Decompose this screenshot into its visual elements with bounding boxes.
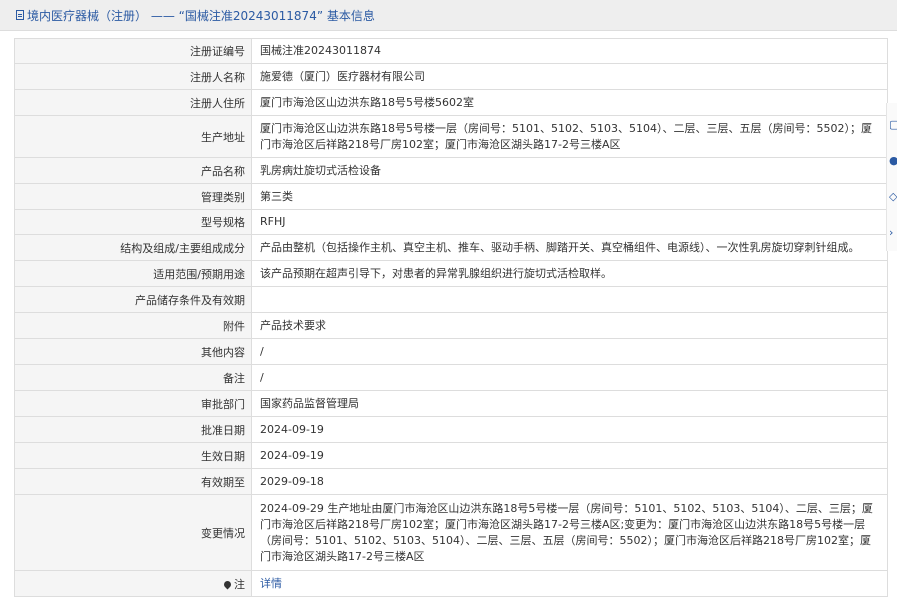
table-row: 审批部门 国家药品监督管理局 <box>14 390 888 417</box>
note-label: 注 <box>14 570 252 597</box>
table-row: 注册人名称 施爱德（厦门）医疗器材有限公司 <box>14 63 888 90</box>
note-label-text: 注 <box>234 577 245 591</box>
row-value: 国械注准20243011874 <box>251 38 888 64</box>
row-value <box>251 286 888 313</box>
row-label: 生效日期 <box>14 442 252 469</box>
row-value: 2024-09-19 <box>251 416 888 443</box>
page-title-bar: 境内医疗器械（注册） —— “国械注准20243011874” 基本信息 <box>0 0 897 31</box>
side-toolbar: ▢ ● ◇ › <box>886 103 897 251</box>
share-icon[interactable]: ◇ <box>889 190 897 204</box>
row-label: 批准日期 <box>14 416 252 443</box>
table-row: 生效日期 2024-09-19 <box>14 442 888 469</box>
table-row: 适用范围/预期用途 该产品预期在超声引导下，对患者的异常乳腺组织进行旋切式活检取样… <box>14 260 888 287</box>
row-value: 产品由整机（包括操作主机、真空主机、推车、驱动手柄、脚踏开关、真空桶组件、电源线… <box>251 234 888 261</box>
table-row: 型号规格 RFHJ <box>14 209 888 235</box>
table-row: 生产地址 厦门市海沧区山边洪东路18号5号楼一层（房间号：5101、5102、51… <box>14 115 888 158</box>
pin-icon <box>222 579 233 590</box>
table-row: 注册证编号 国械注准20243011874 <box>14 38 888 64</box>
row-label: 适用范围/预期用途 <box>14 260 252 287</box>
table-row: 产品储存条件及有效期 <box>14 286 888 313</box>
row-value: 产品技术要求 <box>251 312 888 339</box>
row-value: 施爱德（厦门）医疗器材有限公司 <box>251 63 888 90</box>
table-row: 管理类别 第三类 <box>14 183 888 210</box>
row-value: 国家药品监督管理局 <box>251 390 888 417</box>
page-title: 境内医疗器械（注册） —— “国械注准20243011874” 基本信息 <box>27 8 375 23</box>
row-value: 2024-09-19 <box>251 442 888 469</box>
table-row: 备注 / <box>14 364 888 391</box>
row-value: 厦门市海沧区山边洪东路18号5号楼5602室 <box>251 89 888 116</box>
table-row: 有效期至 2029-09-18 <box>14 468 888 495</box>
table-row: 批准日期 2024-09-19 <box>14 416 888 443</box>
table-row: 其他内容 / <box>14 338 888 365</box>
info-icon[interactable]: ● <box>889 154 897 168</box>
row-label: 结构及组成/主要组成成分 <box>14 234 252 261</box>
table-row: 变更情况 2024-09-29 生产地址由厦门市海沧区山边洪东路18号5号楼一层（… <box>14 494 888 571</box>
row-value: / <box>251 364 888 391</box>
row-label: 产品名称 <box>14 157 252 184</box>
row-label: 注册人住所 <box>14 89 252 116</box>
chevron-right-icon[interactable]: › <box>889 226 897 240</box>
row-value: 该产品预期在超声引导下，对患者的异常乳腺组织进行旋切式活检取样。 <box>251 260 888 287</box>
row-value: 乳房病灶旋切式活检设备 <box>251 157 888 184</box>
row-label: 变更情况 <box>14 494 252 571</box>
row-value: / <box>251 338 888 365</box>
registration-info-table: 注册证编号 国械注准20243011874 注册人名称 施爱德（厦门）医疗器材有限公… <box>14 38 888 597</box>
table-row: 产品名称 乳房病灶旋切式活检设备 <box>14 157 888 184</box>
row-label: 生产地址 <box>14 115 252 158</box>
document-icon <box>16 10 24 20</box>
row-label: 管理类别 <box>14 183 252 210</box>
table-row: 注 详情 <box>14 570 888 597</box>
details-link[interactable]: 详情 <box>260 577 282 590</box>
row-label: 注册人名称 <box>14 63 252 90</box>
note-value: 详情 <box>251 570 888 597</box>
row-value: 厦门市海沧区山边洪东路18号5号楼一层（房间号：5101、5102、5103、5… <box>251 115 888 158</box>
row-label: 产品储存条件及有效期 <box>14 286 252 313</box>
row-value: RFHJ <box>251 209 888 235</box>
row-label: 附件 <box>14 312 252 339</box>
row-label: 注册证编号 <box>14 38 252 64</box>
row-label: 有效期至 <box>14 468 252 495</box>
row-label: 审批部门 <box>14 390 252 417</box>
row-value: 2024-09-29 生产地址由厦门市海沧区山边洪东路18号5号楼一层（房间号：… <box>251 494 888 571</box>
row-label: 备注 <box>14 364 252 391</box>
row-value: 2029-09-18 <box>251 468 888 495</box>
table-row: 注册人住所 厦门市海沧区山边洪东路18号5号楼5602室 <box>14 89 888 116</box>
row-label: 其他内容 <box>14 338 252 365</box>
table-row: 结构及组成/主要组成成分 产品由整机（包括操作主机、真空主机、推车、驱动手柄、脚踏… <box>14 234 888 261</box>
row-label: 型号规格 <box>14 209 252 235</box>
row-value: 第三类 <box>251 183 888 210</box>
table-row: 附件 产品技术要求 <box>14 312 888 339</box>
window-icon[interactable]: ▢ <box>889 118 897 132</box>
